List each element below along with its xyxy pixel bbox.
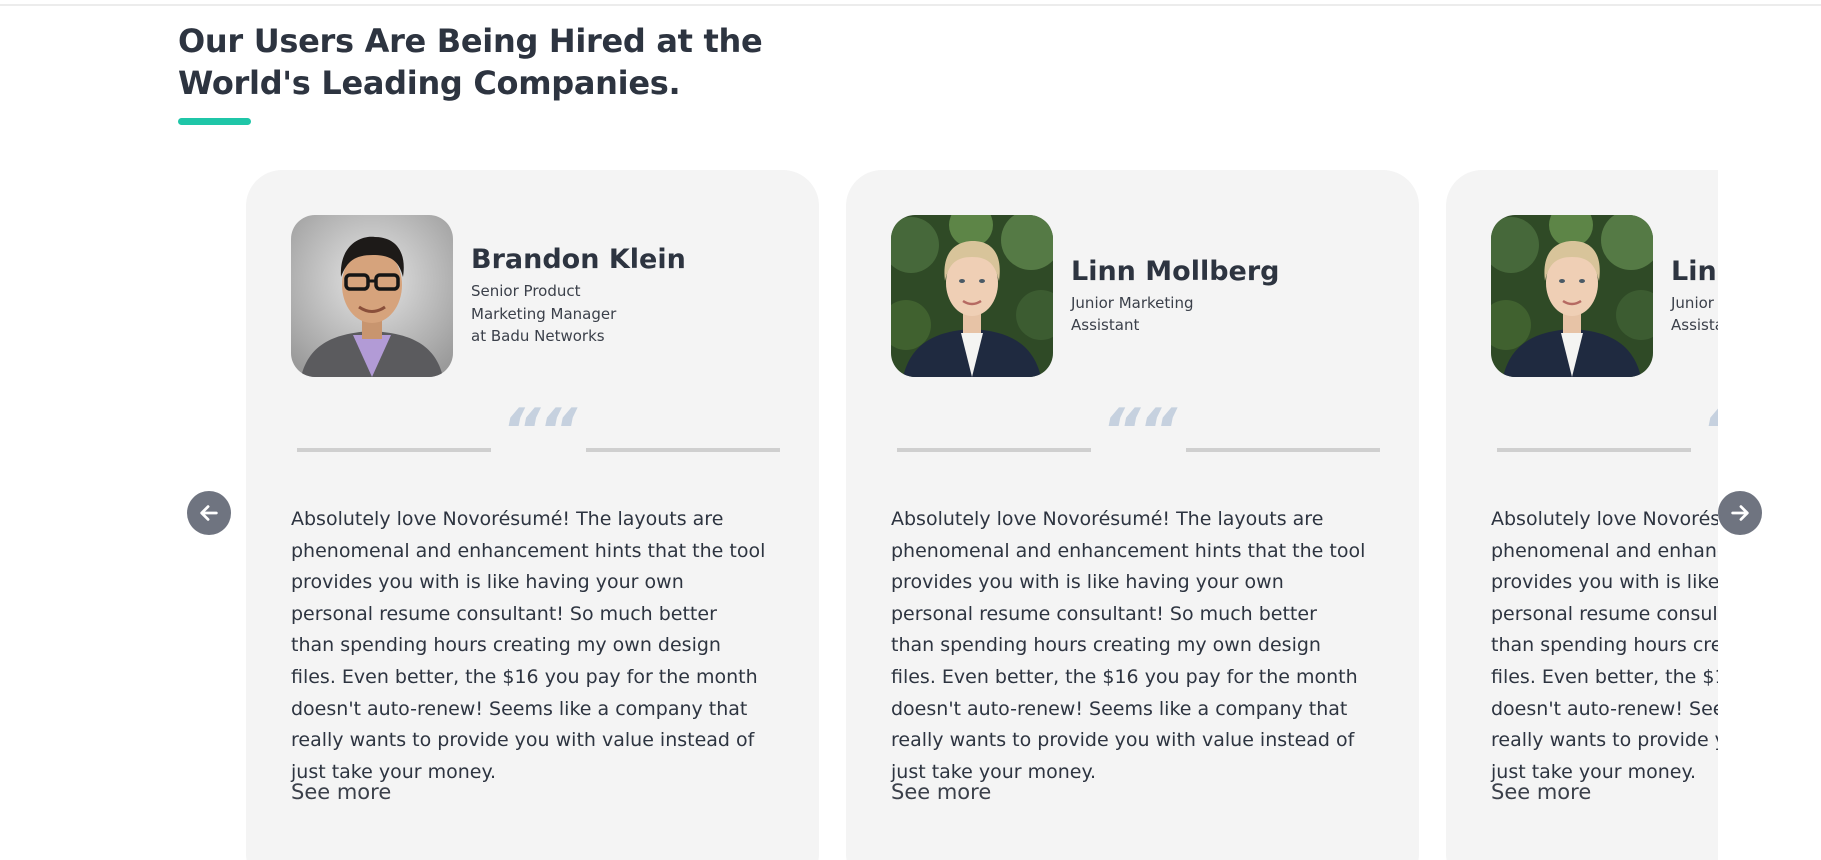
divider-line-right xyxy=(1186,448,1380,452)
arrow-left-icon xyxy=(200,505,218,521)
testimonial-card: Brandon Klein Senior Product Marketing M… xyxy=(246,170,819,860)
testimonial-text: Absolutely love Novorésumé! The layouts … xyxy=(1491,508,1718,783)
person-info: Brandon Klein Senior Product Marketing M… xyxy=(471,170,686,422)
title-accent-underline xyxy=(178,118,251,125)
quote-divider: ““ xyxy=(1497,396,1718,466)
testimonial-card: Linn Mollberg Junior Marketing Assistant… xyxy=(846,170,1419,860)
divider-line-right xyxy=(586,448,780,452)
avatar xyxy=(891,215,1053,377)
carousel-next-button[interactable] xyxy=(1718,491,1762,535)
woman-portrait-photo xyxy=(891,215,1053,377)
top-divider xyxy=(0,4,1821,6)
person-name: Linn Mollberg xyxy=(1671,255,1718,287)
see-more-link[interactable]: See more xyxy=(891,780,991,804)
quote-divider: ““ xyxy=(897,396,1380,466)
person-role: Junior Marketing Assistant xyxy=(1671,293,1718,335)
person-info: Linn Mollberg Junior Marketing Assistant xyxy=(1071,170,1280,422)
person-role: Senior Product Marketing Manager at Badu… xyxy=(471,282,617,346)
quote-mark-icon: ““ xyxy=(1101,396,1177,466)
person-name: Brandon Klein xyxy=(471,244,686,276)
testimonial-carousel: Brandon Klein Senior Product Marketing M… xyxy=(246,170,1718,860)
see-more-link[interactable]: See more xyxy=(1491,780,1591,804)
person-info: Linn Mollberg Junior Marketing Assistant xyxy=(1671,170,1718,422)
quote-mark-icon: ““ xyxy=(501,396,577,466)
section-title: Our Users Are Being Hired at the World's… xyxy=(178,22,763,102)
testimonial-card: Linn Mollberg Junior Marketing Assistant… xyxy=(1446,170,1718,860)
person-role: Junior Marketing Assistant xyxy=(1071,293,1194,335)
testimonial-text: Absolutely love Novorésumé! The layouts … xyxy=(291,508,766,783)
carousel-prev-button[interactable] xyxy=(187,491,231,535)
quote-divider: ““ xyxy=(297,396,780,466)
arrow-right-icon xyxy=(1731,505,1749,521)
testimonial-text: Absolutely love Novorésumé! The layouts … xyxy=(891,508,1366,783)
woman-portrait-photo xyxy=(1491,215,1653,377)
quote-mark-icon: ““ xyxy=(1497,396,1718,466)
person-name: Linn Mollberg xyxy=(1071,255,1280,287)
man-portrait-photo xyxy=(291,215,453,377)
avatar xyxy=(291,215,453,377)
avatar xyxy=(1491,215,1653,377)
see-more-link[interactable]: See more xyxy=(291,780,391,804)
